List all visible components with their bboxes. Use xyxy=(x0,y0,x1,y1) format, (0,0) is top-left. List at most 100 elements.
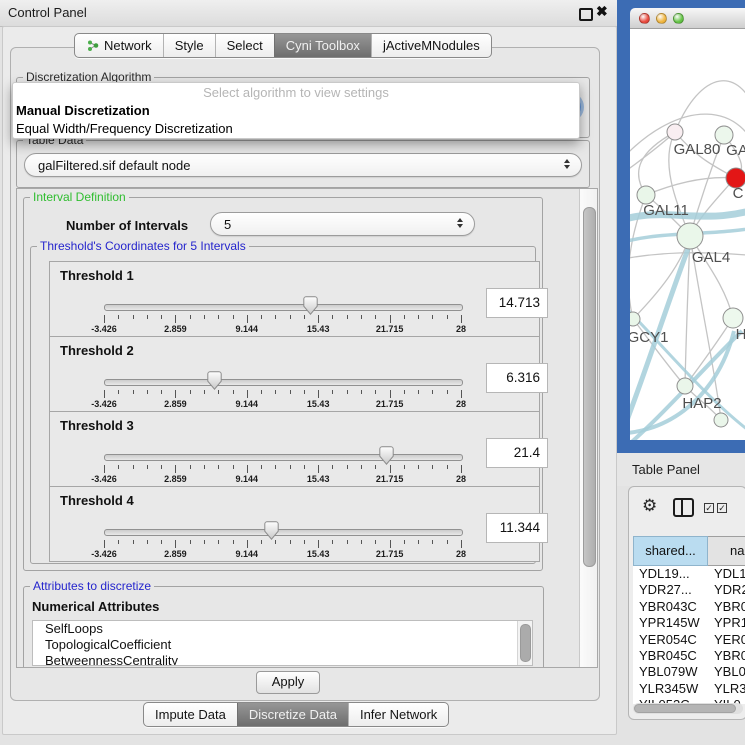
cell-name[interactable]: YER0 xyxy=(708,632,745,648)
network-node[interactable] xyxy=(714,413,728,427)
bottom-tab-discretize-data[interactable]: Discretize Data xyxy=(237,703,348,726)
tab-cyni-toolbox[interactable]: Cyni Toolbox xyxy=(274,34,371,57)
table-row[interactable]: YER054CYER0 xyxy=(633,632,745,648)
list-scrollbar[interactable] xyxy=(517,621,532,665)
cell-name[interactable]: YPR1 xyxy=(708,615,745,631)
slider-thumb[interactable] xyxy=(303,296,318,315)
threshold-label: Threshold 4 xyxy=(60,493,134,508)
dropdown-option-manual[interactable]: Manual Discretization xyxy=(13,102,579,120)
table-hscrollbar[interactable] xyxy=(633,703,743,714)
tick-label: 15.43 xyxy=(307,474,330,484)
threshold-value-field[interactable]: 21.4 xyxy=(486,438,548,468)
threshold-value-field[interactable]: 11.344 xyxy=(486,513,548,543)
cell-name[interactable]: YBL0 xyxy=(708,664,745,680)
network-window-titlebar[interactable] xyxy=(630,8,745,29)
cell-name[interactable]: YDR2 xyxy=(708,582,745,598)
tab-label: Infer Network xyxy=(360,703,437,726)
slider-track[interactable] xyxy=(104,304,463,311)
group-attributes: Attributes to discretize Numerical Attri… xyxy=(23,586,544,668)
tab-select[interactable]: Select xyxy=(215,34,274,57)
attribute-list-item[interactable]: BetweennessCentrality xyxy=(33,653,532,666)
network-canvas[interactable]: GAL80GACGAL11GAL4GCY1HHAP2 xyxy=(630,29,745,440)
network-node-label: GCY1 xyxy=(630,329,668,346)
table-row[interactable]: YBR045CYBR0 xyxy=(633,648,745,664)
table-data-combobox[interactable]: galFiltered.sif default node xyxy=(24,153,582,177)
minimize-traffic-light[interactable] xyxy=(656,13,667,24)
network-window-frame[interactable]: GAL80GACGAL11GAL4GCY1HHAP2 xyxy=(617,0,745,453)
table-row[interactable]: YDL19...YDL1 xyxy=(633,566,745,582)
control-panel-tabbar: Network Style Select Cyni Toolbox jActiveMNo… xyxy=(74,33,492,58)
table-row[interactable]: YPR145WYPR1 xyxy=(633,615,745,631)
tab-label: Network xyxy=(104,34,152,57)
cell-name[interactable]: YDL1 xyxy=(708,566,745,582)
cell-shared-name[interactable]: YBL079W xyxy=(633,664,708,680)
slider-thumb[interactable] xyxy=(264,521,279,540)
float-window-icon[interactable] xyxy=(579,8,593,21)
table-row[interactable]: YLR345WYLR3 xyxy=(633,681,745,697)
cell-name[interactable]: YLR3 xyxy=(708,681,745,697)
threshold-value-field[interactable]: 6.316 xyxy=(486,363,548,393)
settings-gear-icon[interactable]: ⚙ xyxy=(642,496,657,516)
zoom-traffic-light[interactable] xyxy=(673,13,684,24)
close-traffic-light[interactable] xyxy=(639,13,650,24)
column-layout-icon[interactable] xyxy=(673,498,694,517)
cell-shared-name[interactable]: YPR145W xyxy=(633,615,708,631)
attribute-list-item[interactable]: TopologicalCoefficient xyxy=(33,637,532,653)
num-intervals-combobox[interactable]: 5 xyxy=(210,212,475,236)
threshold-panel: Threshold 4 -3.4262.8599.14415.4321.7152… xyxy=(49,486,540,562)
table-hscrollbar-thumb[interactable] xyxy=(634,704,736,713)
bottom-tab-infer-network[interactable]: Infer Network xyxy=(348,703,448,726)
network-edge[interactable] xyxy=(675,81,745,132)
cell-shared-name[interactable]: YER054C xyxy=(633,632,708,648)
tick-label: 9.144 xyxy=(236,399,259,409)
tab-label: Style xyxy=(175,34,204,57)
table-panel: ⚙ ✓ ✓ shared... na YDL19...YDL1YDR27...Y… xyxy=(628,486,745,720)
network-node-label: HAP2 xyxy=(682,395,721,412)
dropdown-option-equal-width[interactable]: Equal Width/Frequency Discretization xyxy=(13,120,579,138)
dropdown-placeholder-item[interactable]: Select algorithm to view settings xyxy=(13,83,579,102)
network-node[interactable] xyxy=(677,378,693,394)
column-header-name[interactable]: na xyxy=(708,536,745,566)
panel-scrollbar-thumb[interactable] xyxy=(583,207,596,567)
bottom-tab-impute-data[interactable]: Impute Data xyxy=(144,703,237,726)
table-row[interactable]: YBL079WYBL0 xyxy=(633,664,745,680)
network-node[interactable] xyxy=(677,223,703,249)
close-icon[interactable]: ✖ xyxy=(596,3,608,20)
cell-name[interactable]: YBR0 xyxy=(708,648,745,664)
slider-thumb[interactable] xyxy=(207,371,222,390)
cell-shared-name[interactable]: YLR345W xyxy=(633,681,708,697)
slider-track[interactable] xyxy=(104,379,463,386)
checkbox-icon[interactable]: ✓ xyxy=(717,503,727,513)
column-header-shared-name[interactable]: shared... xyxy=(633,536,708,566)
apply-button[interactable]: Apply xyxy=(256,671,320,694)
tab-label: Cyni Toolbox xyxy=(286,34,360,57)
table-body[interactable]: YDL19...YDL1YDR27...YDR2YBR043CYBR0YPR14… xyxy=(633,566,745,704)
table-panel-header: Table Panel xyxy=(617,453,745,486)
checkbox-icon[interactable]: ✓ xyxy=(704,503,714,513)
table-row[interactable]: YBR043CYBR0 xyxy=(633,599,745,615)
slider-track[interactable] xyxy=(104,529,463,536)
panel-scrollbar[interactable] xyxy=(579,189,597,667)
network-graph: GAL80GACGAL11GAL4GCY1HHAP2 xyxy=(630,29,745,440)
tick-label: 9.144 xyxy=(236,324,259,334)
screen: Control Panel ✖ NetworkStyleSelectCyni T… xyxy=(0,0,745,745)
threshold-value-field[interactable]: 14.713 xyxy=(486,288,548,318)
slider-thumb[interactable] xyxy=(379,446,394,465)
tab-jactivemnodules[interactable]: jActiveMNodules xyxy=(371,34,491,57)
tab-style[interactable]: Style xyxy=(163,34,215,57)
network-node[interactable] xyxy=(630,312,640,326)
slider-track[interactable] xyxy=(104,454,463,461)
list-scrollbar-thumb[interactable] xyxy=(520,624,531,662)
cell-shared-name[interactable]: YBR045C xyxy=(633,648,708,664)
network-node[interactable] xyxy=(667,124,683,140)
cell-shared-name[interactable]: YBR043C xyxy=(633,599,708,615)
network-edge[interactable] xyxy=(633,236,690,319)
cell-name[interactable]: YBR0 xyxy=(708,599,745,615)
network-node[interactable] xyxy=(723,308,743,328)
numerical-attributes-list[interactable]: SelfLoopsTopologicalCoefficientBetweenne… xyxy=(32,620,533,666)
table-row[interactable]: YDR27...YDR2 xyxy=(633,582,745,598)
tab-network[interactable]: Network xyxy=(75,34,163,57)
cell-shared-name[interactable]: YDR27... xyxy=(633,582,708,598)
cell-shared-name[interactable]: YDL19... xyxy=(633,566,708,582)
attribute-list-item[interactable]: SelfLoops xyxy=(33,621,532,637)
